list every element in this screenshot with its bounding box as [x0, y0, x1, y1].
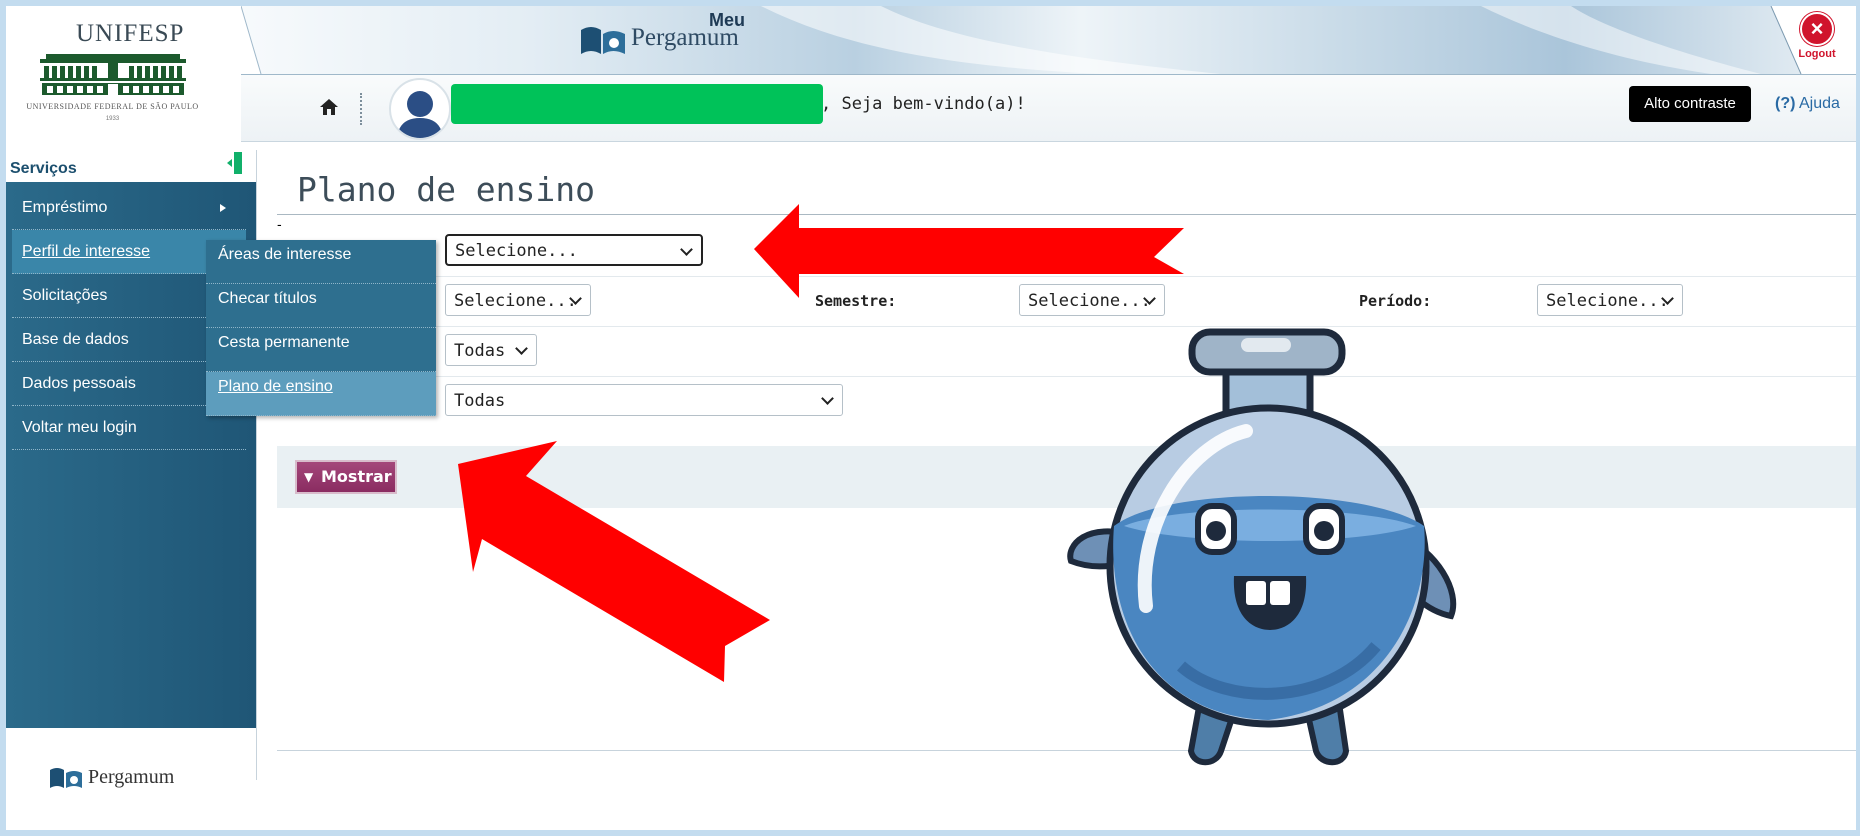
flask-mascot-icon: [1067, 328, 1457, 766]
app-window: UNIFESP UNIVERSIDADE FEDERAL DE SÃO PAUL…: [6, 6, 1856, 830]
red-arrow-up-left: [458, 441, 770, 682]
red-arrow-left: [754, 204, 1184, 298]
annotation-overlay: [458, 204, 1457, 766]
